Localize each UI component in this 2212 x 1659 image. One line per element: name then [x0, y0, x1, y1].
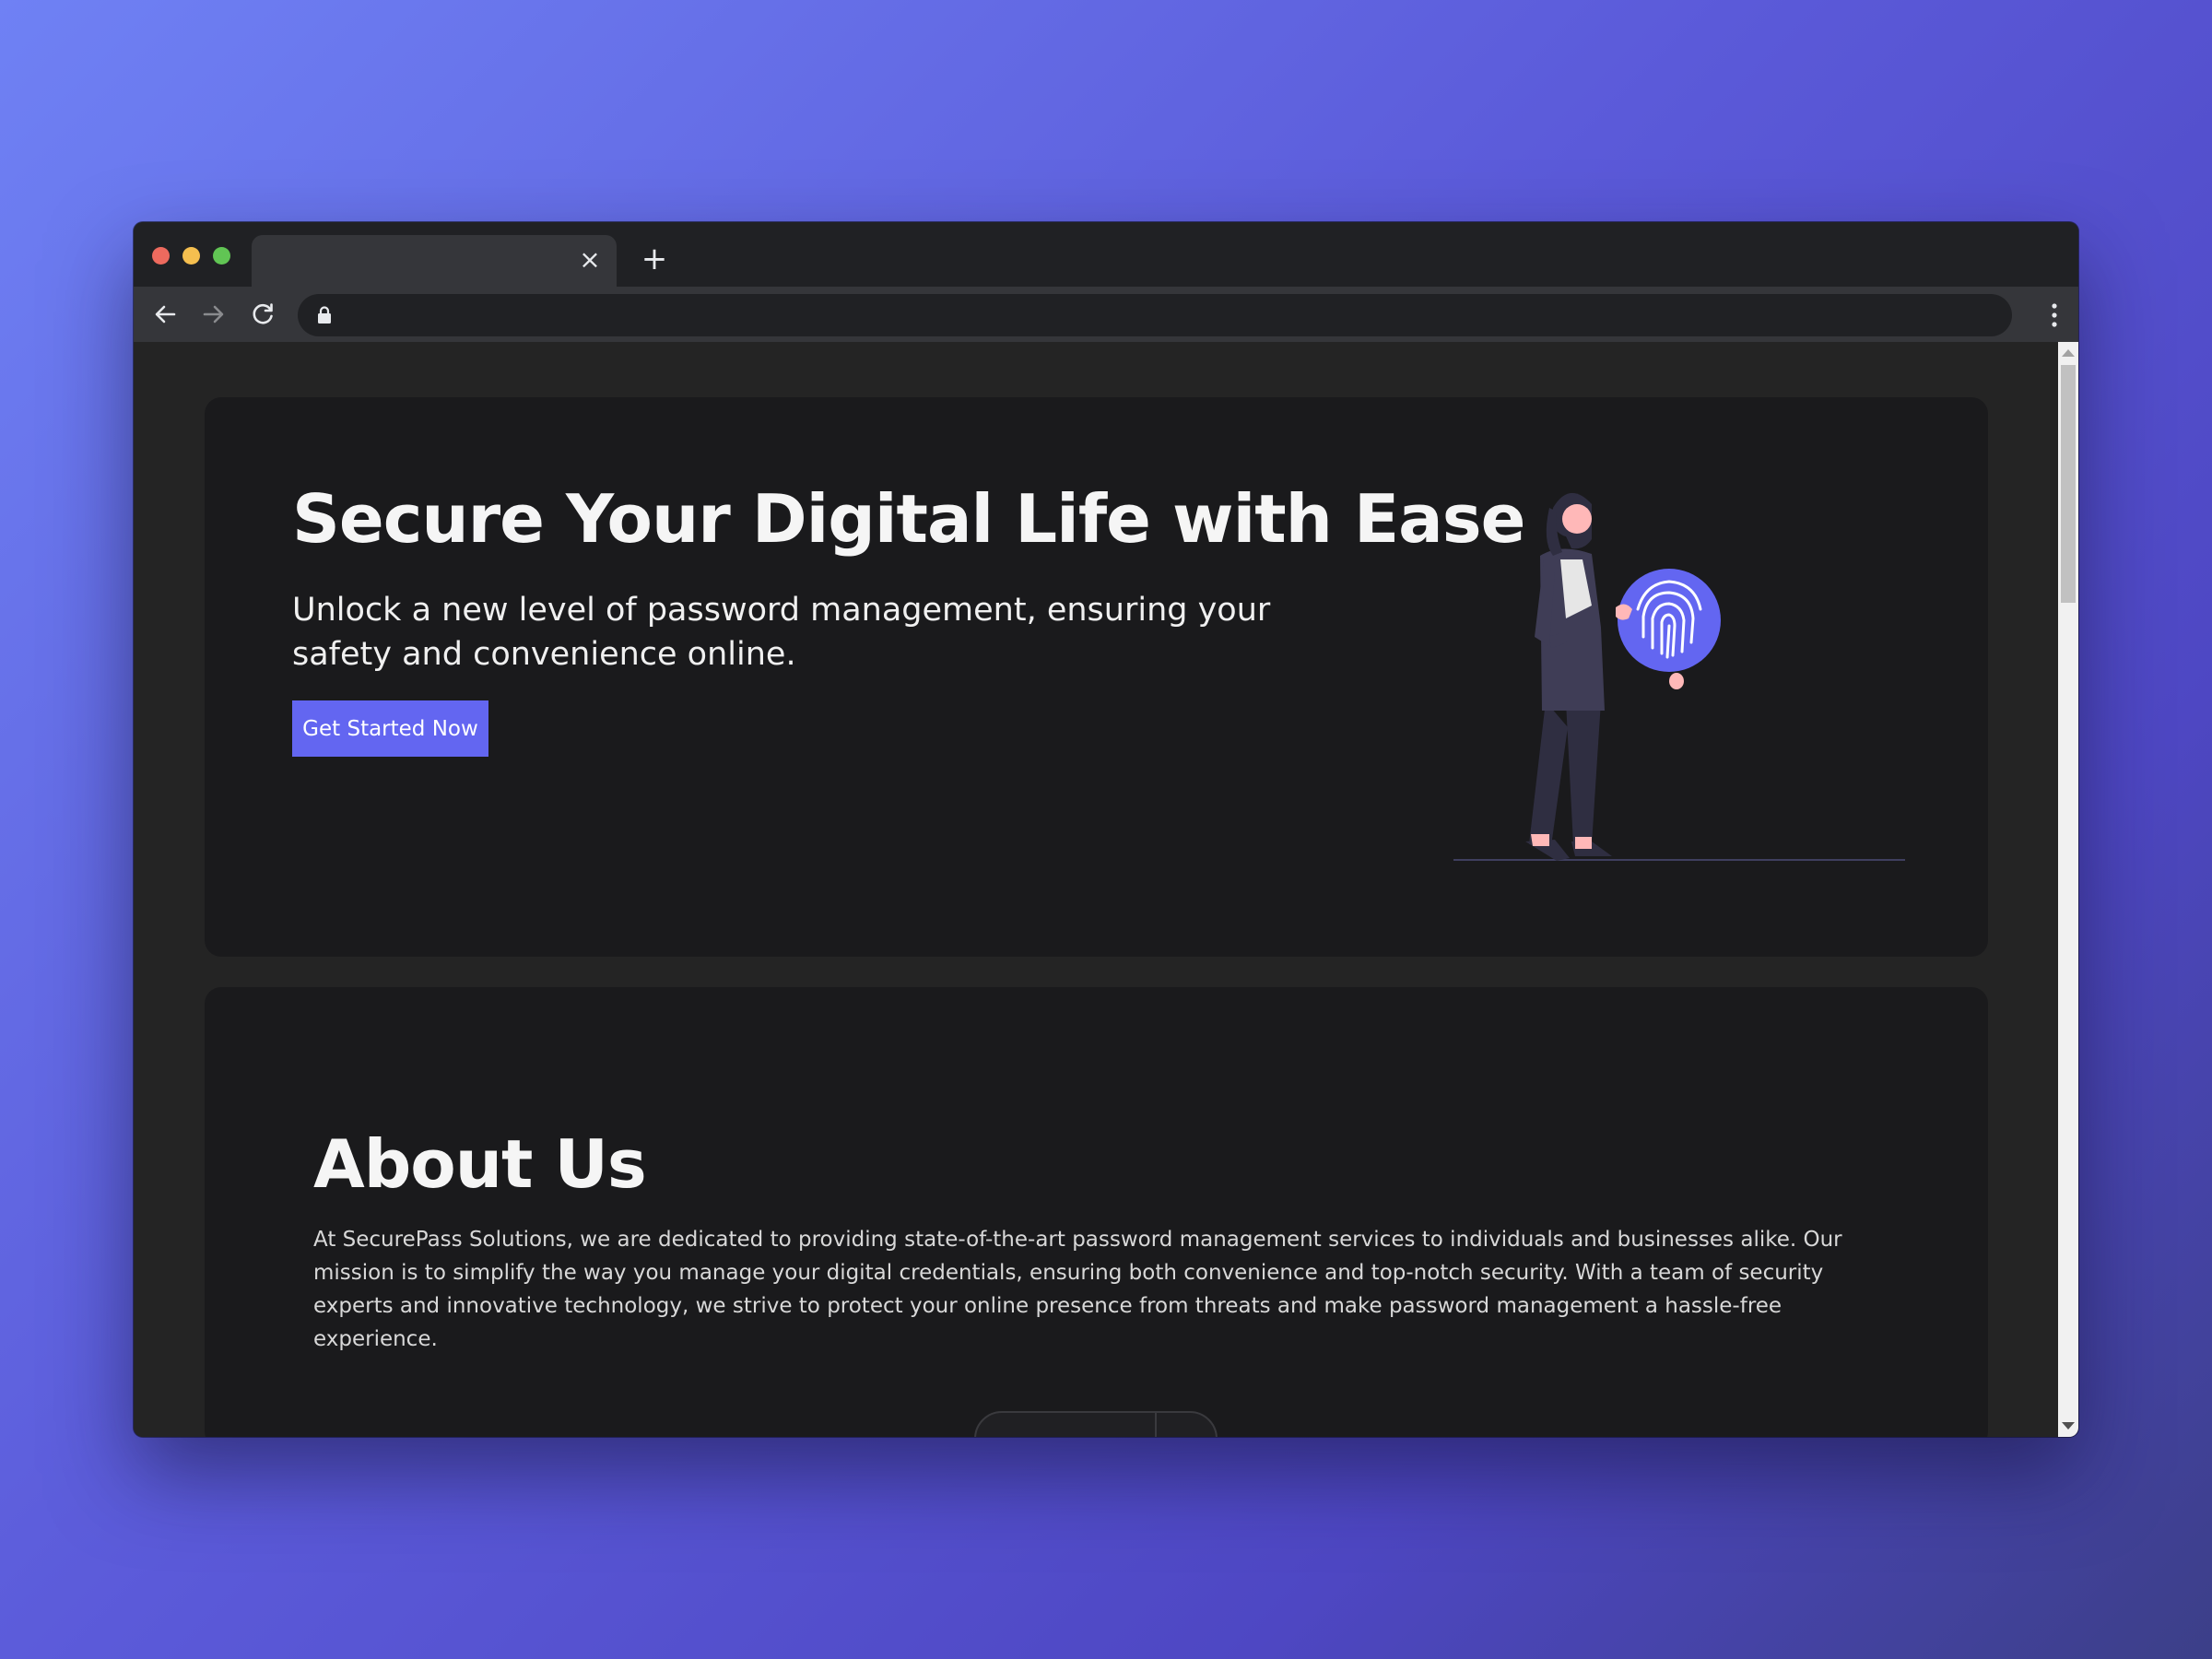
maximize-window-icon[interactable] [213, 247, 230, 265]
vertical-scrollbar[interactable] [2058, 342, 2078, 1437]
browser-toolbar [134, 287, 2078, 342]
floating-toolbar-divider [1155, 1413, 1157, 1437]
minimize-window-icon[interactable] [182, 247, 200, 265]
kebab-menu-icon[interactable] [2049, 300, 2060, 331]
new-tab-icon[interactable]: + [636, 241, 673, 277]
person-holding-fingerprint-icon [1453, 492, 1905, 861]
scroll-up-arrow-icon[interactable] [2062, 349, 2075, 357]
about-section: About Us At SecurePass Solutions, we are… [205, 987, 1988, 1437]
tab-close-icon[interactable]: × [576, 246, 604, 274]
back-arrow-icon[interactable] [148, 298, 182, 331]
hero-title: Secure Your Digital Life with Ease [292, 480, 1525, 558]
reload-icon[interactable] [246, 298, 279, 331]
forward-arrow-icon[interactable] [197, 298, 230, 331]
about-title: About Us [313, 1125, 647, 1203]
floating-toolbar[interactable] [974, 1411, 1218, 1437]
hero-section: Secure Your Digital Life with Ease Unloc… [205, 397, 1988, 957]
browser-tab[interactable]: × [252, 235, 617, 287]
hero-subtitle: Unlock a new level of password managemen… [292, 592, 1271, 673]
browser-window: × + Secure Your Digital Life with Ease U… [134, 222, 2078, 1437]
tab-bar: × + [134, 222, 2078, 287]
get-started-button[interactable]: Get Started Now [292, 700, 488, 757]
close-window-icon[interactable] [152, 247, 170, 265]
scrollbar-thumb[interactable] [2061, 365, 2076, 603]
scroll-down-arrow-icon[interactable] [2062, 1422, 2075, 1430]
lock-icon [318, 306, 331, 324]
about-text: At SecurePass Solutions, we are dedicate… [313, 1228, 1842, 1351]
address-bar[interactable] [298, 294, 2012, 336]
page-viewport: Secure Your Digital Life with Ease Unloc… [134, 342, 2058, 1437]
